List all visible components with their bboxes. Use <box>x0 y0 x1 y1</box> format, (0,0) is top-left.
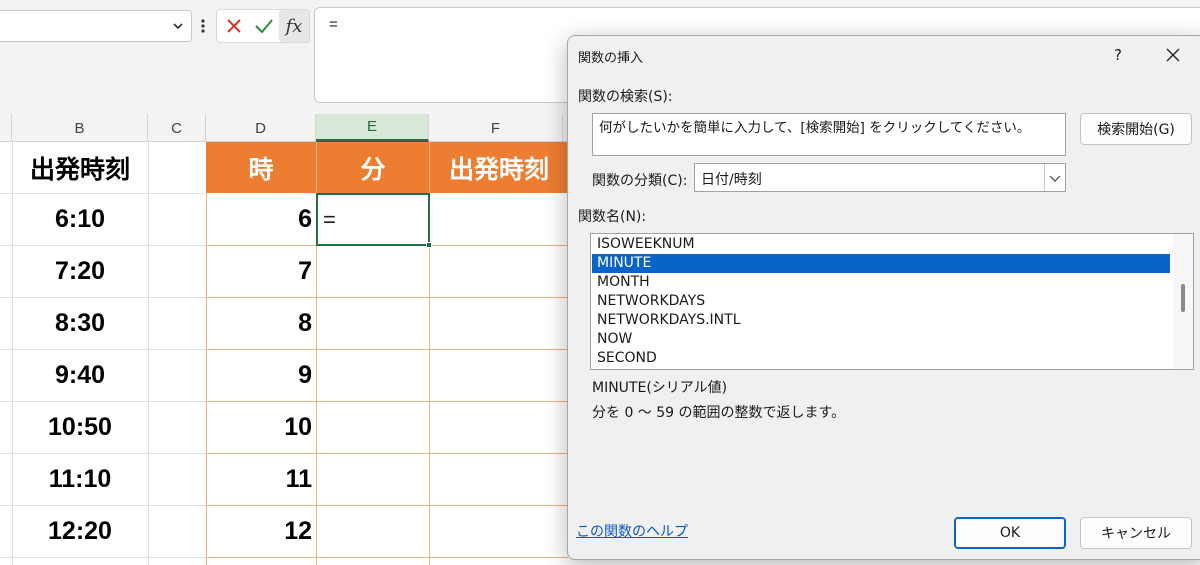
hour-cell[interactable]: 12 <box>206 505 316 557</box>
column-header-b[interactable]: B <box>12 114 148 142</box>
insert-function-dialog: 関数の挿入 ? 関数の検索(S): 何がしたいかを簡単に入力して、[検索開始] … <box>567 35 1200 560</box>
function-help-link[interactable]: この関数のヘルプ <box>576 521 688 541</box>
help-button[interactable]: ? <box>1108 44 1128 66</box>
function-syntax: MINUTE(シリアル値) <box>592 380 728 396</box>
cancel-button[interactable]: キャンセル <box>1080 517 1192 549</box>
function-name-label: 関数名(N): <box>578 209 647 225</box>
dialog-title: 関数の挿入 <box>578 51 644 66</box>
time-cell[interactable]: 10:50 <box>12 401 148 453</box>
hour-cell[interactable]: 11 <box>206 453 316 505</box>
active-cell-text: = <box>323 206 336 232</box>
time-cell[interactable]: 12:20 <box>12 505 148 557</box>
function-search-input[interactable]: 何がしたいかを簡単に入力して、[検索開始] をクリックしてください。 <box>592 113 1066 156</box>
list-item[interactable]: NOW <box>592 330 1170 349</box>
check-icon[interactable] <box>249 10 279 42</box>
active-cell-e2[interactable]: = <box>316 193 432 248</box>
column-header-a[interactable] <box>0 114 12 142</box>
chevron-down-icon[interactable] <box>171 19 185 33</box>
name-box[interactable] <box>0 10 192 42</box>
insert-function-button[interactable]: fx <box>279 10 309 42</box>
time-cell[interactable]: 11:10 <box>12 453 148 505</box>
list-scrollbar[interactable] <box>1173 234 1193 369</box>
column-header-c[interactable]: C <box>148 114 206 142</box>
list-item-selected[interactable]: MINUTE <box>592 254 1170 273</box>
time-cell[interactable]: 9:40 <box>12 349 148 401</box>
list-item[interactable]: NETWORKDAYS <box>592 292 1170 311</box>
list-item[interactable]: MONTH <box>592 273 1170 292</box>
more-options-icon[interactable] <box>196 14 210 38</box>
column-header-e[interactable]: E <box>316 114 429 142</box>
hour-cell[interactable]: 10 <box>206 401 316 453</box>
list-item[interactable]: NETWORKDAYS.INTL <box>592 311 1170 330</box>
departure-time-header[interactable]: 出発時刻 <box>12 142 148 193</box>
list-item[interactable]: ISOWEEKNUM <box>592 235 1170 254</box>
departure-time-result-header[interactable]: 出発時刻 <box>429 142 568 193</box>
search-label: 関数の検索(S): <box>578 89 673 105</box>
hour-cell[interactable]: 6 <box>206 193 316 245</box>
category-select[interactable]: 日付/時刻 <box>694 163 1066 192</box>
category-label: 関数の分類(C): <box>592 173 688 189</box>
formula-buttons: fx <box>216 9 310 43</box>
hour-header[interactable]: 時 <box>206 142 316 193</box>
function-description: 分を 0 ～ 59 の範囲の整数で返します。 <box>592 405 846 421</box>
search-start-button[interactable]: 検索開始(G) <box>1080 113 1192 145</box>
column-header-d[interactable]: D <box>206 114 316 142</box>
time-cell[interactable]: 7:20 <box>12 245 148 297</box>
close-icon[interactable] <box>1163 44 1183 66</box>
hour-cell[interactable]: 9 <box>206 349 316 401</box>
column-header-f[interactable]: F <box>429 114 563 142</box>
scroll-thumb[interactable] <box>1181 284 1185 312</box>
list-item[interactable]: SECOND <box>592 349 1170 368</box>
time-cell[interactable]: 6:10 <box>12 193 148 245</box>
fill-handle[interactable] <box>426 242 432 248</box>
function-list[interactable]: ISOWEEKNUM MINUTE MONTH NETWORKDAYS NETW… <box>590 233 1194 370</box>
x-icon[interactable] <box>219 10 249 42</box>
ok-button[interactable]: OK <box>954 517 1066 549</box>
hour-cell[interactable]: 7 <box>206 245 316 297</box>
time-cell[interactable]: 8:30 <box>12 297 148 349</box>
chevron-down-icon[interactable] <box>1044 164 1065 191</box>
minute-header[interactable]: 分 <box>316 142 429 193</box>
hour-cell[interactable]: 8 <box>206 297 316 349</box>
category-value: 日付/時刻 <box>701 172 762 188</box>
